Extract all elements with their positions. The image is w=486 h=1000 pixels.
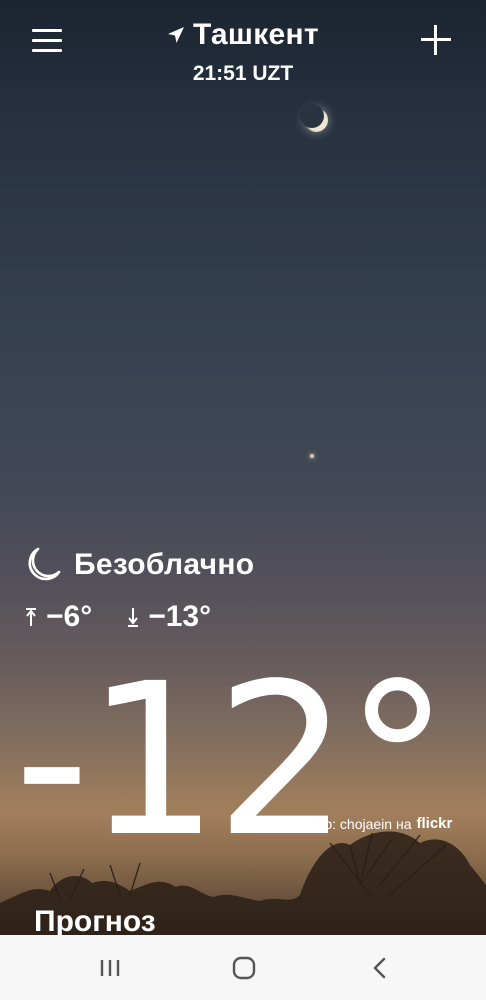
- moon-shadow: [300, 104, 324, 128]
- recent-apps-icon[interactable]: [90, 949, 130, 987]
- location-arrow-icon: [168, 27, 185, 43]
- city-name: Ташкент: [193, 18, 319, 51]
- low-temp: −13°: [148, 600, 212, 633]
- add-location-button[interactable]: [418, 22, 454, 58]
- copyright-symbol: ©: [282, 816, 291, 831]
- low-arrow-icon: [128, 608, 139, 627]
- crescent-moon-icon: [28, 547, 61, 581]
- flickr-logo: flickr: [416, 815, 453, 832]
- forecast-title: Прогноз: [34, 905, 156, 938]
- condition-text: Безоблачно: [74, 548, 255, 581]
- local-time: 21:51 UZT: [192, 62, 294, 85]
- system-navigation-bar: [0, 935, 486, 1000]
- condition-row: Безоблачно: [24, 546, 254, 584]
- high-arrow-icon: [26, 608, 36, 626]
- credit-text: Автор: chojaein на: [293, 815, 412, 832]
- home-icon[interactable]: [224, 949, 264, 987]
- high-temp: −6°: [46, 600, 93, 633]
- star-image: [310, 454, 314, 458]
- high-low-row: −6° −13°: [24, 600, 245, 634]
- location-header[interactable]: Ташкент: [0, 18, 486, 52]
- back-icon[interactable]: [360, 949, 400, 987]
- current-temperature: -12°: [14, 638, 450, 883]
- photo-credit[interactable]: © Автор: chojaein на flickr: [282, 815, 452, 832]
